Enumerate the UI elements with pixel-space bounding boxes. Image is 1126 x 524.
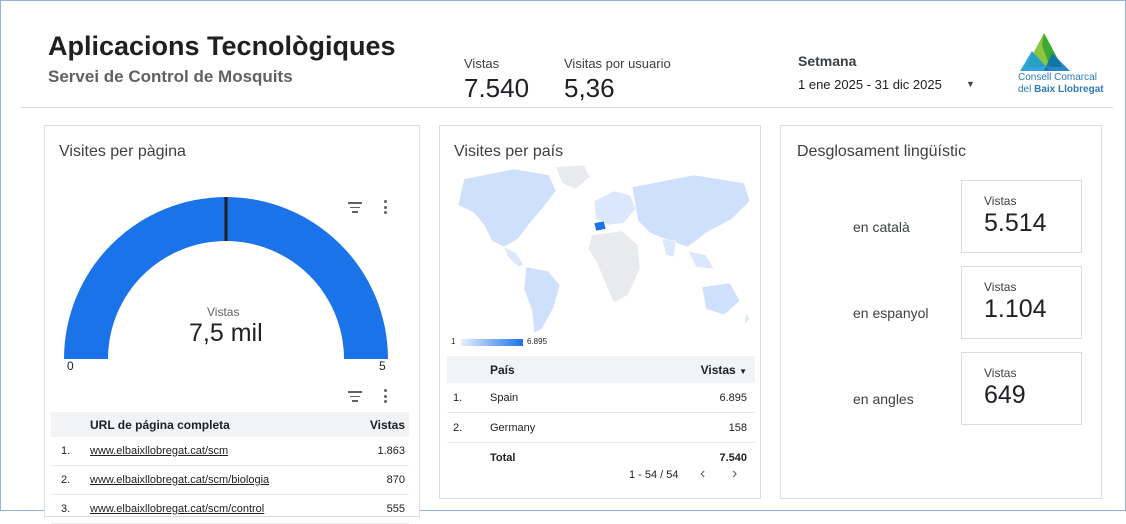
date-range-selector[interactable]: 1 ene 2025 - 31 dic 2025	[798, 77, 942, 92]
table-header-country[interactable]: País	[489, 356, 612, 383]
table-header-row: País Vistas ▼	[447, 356, 755, 383]
row-country: Spain	[489, 383, 612, 413]
logo-text-line1: Consell Comarcal	[1018, 72, 1097, 83]
map-north-america	[457, 168, 557, 248]
lang-label-english: en angles	[853, 391, 914, 407]
scorecard-label: Vistas	[984, 366, 1017, 380]
row-views: 1.863	[350, 437, 409, 466]
chevron-right-icon[interactable]: ›	[732, 465, 737, 483]
lang-label-catalan: en català	[853, 219, 910, 235]
map-greenland	[555, 164, 591, 190]
period-label: Setmana	[798, 53, 857, 69]
scorecard-value: 649	[984, 381, 1026, 409]
gauge-max: 5	[379, 359, 386, 373]
row-index: 2.	[447, 412, 489, 443]
language-title: Desglosament lingüístic	[797, 143, 966, 160]
total-label: Total	[490, 451, 516, 464]
chevron-left-icon[interactable]: ‹	[700, 465, 705, 483]
gauge-label: Vistas	[207, 305, 240, 319]
lang-scorecard-spanish: Vistas 1.104	[961, 266, 1082, 339]
map-asia	[631, 174, 751, 248]
more-options-icon[interactable]	[384, 389, 388, 406]
filter-icon[interactable]	[348, 391, 362, 402]
table-row: 1. www.elbaixllobregat.cat/scm 1.863	[51, 437, 409, 466]
scorecard-label: Vistas	[984, 194, 1017, 208]
url-table: URL de página completa Vistas 1. www.elb…	[51, 412, 409, 524]
table-row: 3. www.elbaixllobregat.cat/scm/control 5…	[51, 494, 409, 524]
country-table: País Vistas ▼ 1. Spain 6.895 2. Germany …	[447, 356, 755, 472]
row-country: Germany	[489, 412, 612, 443]
map-australia	[701, 282, 741, 316]
kpi-views-value: 7.540	[464, 73, 530, 103]
table-row: 2. www.elbaixllobregat.cat/scm/biologia …	[51, 465, 409, 495]
map-south-america	[523, 266, 561, 334]
kpi-visits-per-user-label: Visitas por usuario	[564, 56, 671, 71]
map-india	[661, 238, 677, 258]
map-legend-gradient	[461, 339, 523, 346]
map-spain	[593, 220, 607, 232]
map-central-america	[503, 246, 525, 268]
row-views: 6.895	[611, 383, 755, 413]
map-africa	[587, 230, 641, 304]
scorecard-value: 1.104	[984, 295, 1047, 323]
map-new-zealand	[743, 312, 751, 326]
row-views: 158	[611, 412, 755, 443]
header-divider	[21, 107, 1113, 108]
pager-text: 1 - 54 / 54	[629, 469, 679, 481]
gauge-min: 0	[67, 359, 74, 373]
lang-scorecard-catalan: Vistas 5.514	[961, 180, 1082, 253]
table-header-index	[51, 412, 89, 437]
row-index: 2.	[51, 465, 89, 495]
world-map[interactable]	[444, 161, 756, 337]
gauge-value: 7,5 mil	[189, 319, 263, 347]
country-visits-title: Visites per país	[454, 143, 564, 160]
map-legend-max: 6.895	[527, 337, 548, 346]
logo-text-line2: del Baix Llobregat	[1018, 84, 1104, 95]
row-index: 1.	[447, 383, 489, 413]
sort-desc-icon[interactable]: ▼	[739, 367, 747, 376]
page-subtitle: Servei de Control de Mosquits	[48, 67, 293, 86]
lang-scorecard-english: Vistas 649	[961, 352, 1082, 425]
table-header-views[interactable]: Vistas ▼	[611, 356, 755, 383]
kpi-visits-per-user-value: 5,36	[564, 73, 615, 103]
row-views: 555	[350, 494, 409, 524]
map-legend-min: 1	[451, 337, 456, 346]
lang-label-spanish: en espanyol	[853, 305, 929, 321]
table-header-views[interactable]: Vistas	[350, 412, 409, 437]
table-header-url[interactable]: URL de página completa	[89, 412, 351, 437]
map-southeast-asia	[687, 250, 715, 270]
table-row: 1. Spain 6.895	[447, 383, 755, 413]
row-views: 870	[350, 465, 409, 495]
table-header-row: URL de página completa Vistas	[51, 412, 409, 437]
kpi-views-label: Vistas	[464, 56, 500, 71]
dashboard-frame: Aplicacions Tecnològiques Servei de Cont…	[0, 0, 1126, 524]
url-link[interactable]: www.elbaixllobregat.cat/scm/biologia	[90, 474, 269, 486]
row-index: 1.	[51, 437, 89, 466]
url-link[interactable]: www.elbaixllobregat.cat/scm/control	[90, 503, 264, 515]
row-index: 3.	[51, 494, 89, 524]
table-total-row: Total 7.540	[447, 443, 755, 473]
scorecard-label: Vistas	[984, 280, 1017, 294]
chevron-down-icon[interactable]: ▼	[966, 79, 975, 89]
url-link[interactable]: www.elbaixllobregat.cat/scm	[90, 445, 228, 457]
table-row: 2. Germany 158	[447, 412, 755, 443]
table-header-index	[447, 356, 489, 383]
page-visits-title: Visites per pàgina	[59, 143, 186, 160]
map-europe	[593, 190, 637, 226]
page-title: Aplicacions Tecnològiques	[48, 31, 396, 61]
scorecard-value: 5.514	[984, 209, 1047, 237]
